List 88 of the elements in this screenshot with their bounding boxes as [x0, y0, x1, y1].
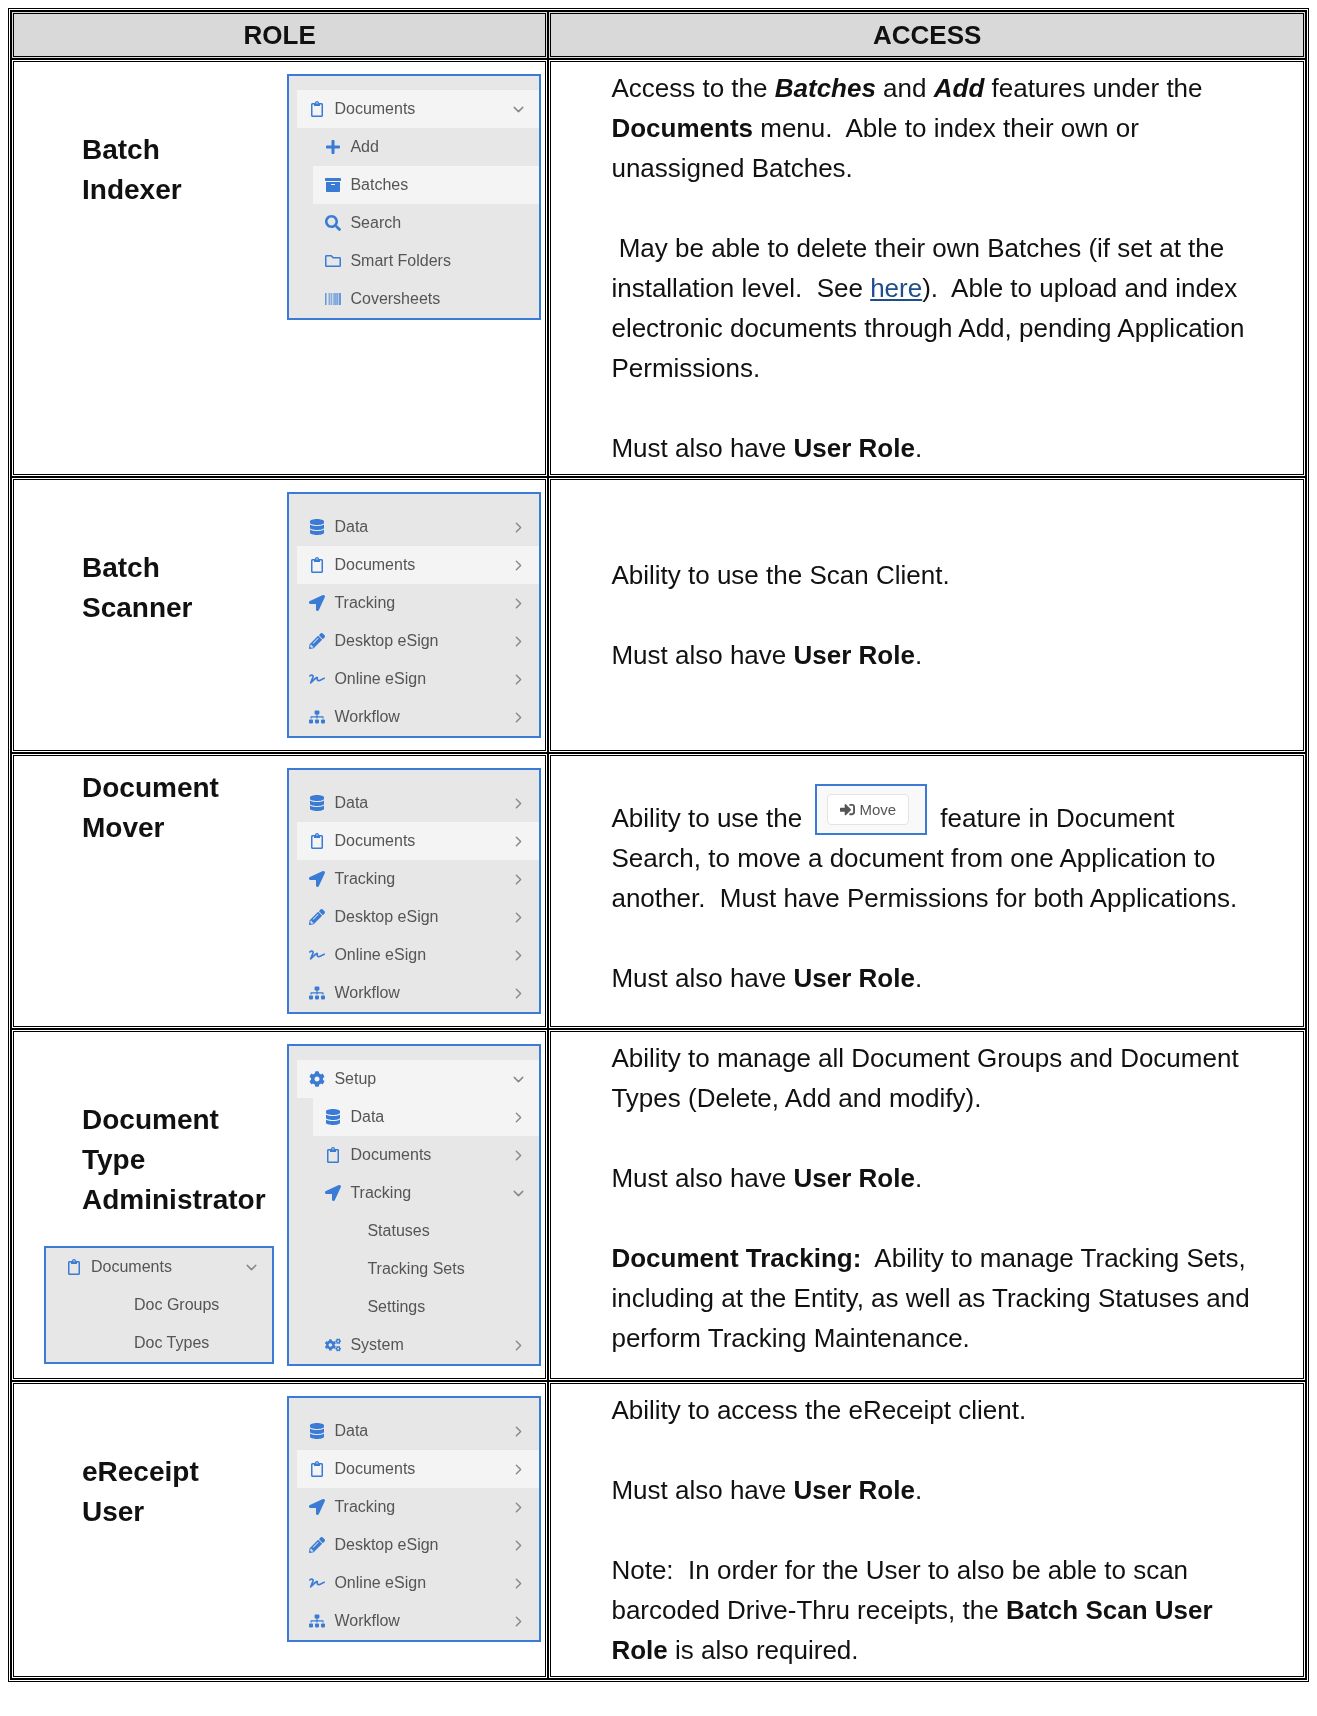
sitemap-icon [309, 709, 326, 725]
clipboard-icon [66, 1259, 82, 1275]
menu-item[interactable]: System [313, 1326, 540, 1364]
access-text: Ability to use the Scan Client. [611, 559, 951, 592]
menu-item[interactable]: Documents [313, 1136, 540, 1174]
archive-box-icon [325, 177, 342, 193]
menu-item[interactable]: Online eSign [297, 1564, 540, 1602]
role-name: eReceipt User [82, 1455, 199, 1529]
access-text: May be able to delete their own Batches (if set at the installation level. See here). Able to upload and index electronic documents through Add, pending Application Permissions. [611, 232, 1246, 385]
menu-item[interactable]: Batches [313, 166, 540, 204]
clipboard-icon [309, 557, 326, 573]
access-text: Note: In order for the User to also be able to scan barcoded Drive-Thru receipts, the Batch Scan User Role is also required. [611, 1554, 1214, 1667]
menu-item[interactable]: Documents [297, 822, 540, 860]
database-icon [309, 795, 326, 811]
pencil-icon [309, 633, 326, 649]
menu-item[interactable]: Search [313, 204, 540, 242]
menu-item[interactable]: Coversheets [313, 280, 540, 318]
access-text: Must also have User Role. [611, 962, 924, 995]
clipboard-icon [325, 1147, 342, 1163]
database-icon [309, 519, 326, 535]
access-text: Must also have User Role. [611, 639, 924, 672]
clipboard-icon [309, 833, 326, 849]
clipboard-icon [309, 101, 326, 117]
sign-in-icon [840, 802, 856, 817]
menu-item[interactable]: Desktop eSign [297, 1526, 540, 1564]
menu-item[interactable]: Settings [313, 1288, 540, 1326]
gears-icon [325, 1337, 342, 1353]
menu-item[interactable]: Data [297, 508, 540, 546]
move-button[interactable]: Move [827, 794, 910, 825]
arrow-icon [309, 595, 326, 611]
menu-item[interactable]: Workflow [297, 974, 540, 1012]
menu-item[interactable]: Doc Groups [70, 1286, 272, 1324]
menu-item[interactable]: Doc Types [70, 1324, 272, 1362]
role-name: Document Type Administrator [82, 1103, 266, 1217]
database-icon [309, 1423, 326, 1439]
pencil-icon [309, 1537, 326, 1553]
access-text: Document Tracking: Ability to manage Tracking Sets, including at the Entity, as well as Tracking Statuses and perform Tracking Maintenance. [611, 1242, 1251, 1355]
column-header: ACCESS [548, 11, 1306, 59]
pencil-icon [309, 909, 326, 925]
menu-item[interactable]: Tracking [313, 1174, 540, 1212]
menu-item[interactable]: Setup [297, 1060, 540, 1098]
access-text: Must also have User Role. [611, 1474, 924, 1507]
database-icon [325, 1109, 342, 1125]
menu-item[interactable]: Data [297, 1412, 540, 1450]
folder-icon [325, 253, 342, 269]
menu-item[interactable]: Tracking Sets [313, 1250, 540, 1288]
signature-icon [309, 1575, 326, 1591]
menu-item[interactable]: Online eSign [297, 660, 540, 698]
sitemap-icon [309, 1613, 326, 1629]
menu-item[interactable]: Desktop eSign [297, 898, 540, 936]
arrow-icon [325, 1185, 342, 1201]
menu-item[interactable]: Tracking [297, 1488, 540, 1526]
access-text: Must also have User Role. [611, 432, 924, 465]
access-text: Must also have User Role. [611, 1162, 924, 1195]
search-icon [325, 215, 342, 231]
role-name: Document Mover [82, 771, 219, 845]
column-header: ROLE [11, 11, 549, 59]
here-link[interactable]: here [870, 273, 923, 303]
menu-item[interactable]: Documents [297, 546, 540, 584]
plus-icon [325, 139, 342, 155]
menu-item[interactable]: Statuses [313, 1212, 540, 1250]
access-text: Ability to manage all Document Groups and Document Types (Delete, Add and modify). [611, 1042, 1240, 1115]
access-text: Ability to access the eReceipt client. [611, 1394, 1028, 1427]
menu-item[interactable]: Tracking [297, 584, 540, 622]
menu-item[interactable]: Workflow [297, 698, 540, 736]
menu-item[interactable]: Add [313, 128, 540, 166]
access-text: Ability to use the Move feature in Document Search, to move a document from one Application to another. Must have Permissions for both Applications. [611, 784, 1263, 918]
menu-item[interactable]: Tracking [297, 860, 540, 898]
barcode-icon [325, 291, 342, 307]
menu-item[interactable]: Smart Folders [313, 242, 540, 280]
role-name: Batch Scanner [82, 551, 193, 625]
access-text: Access to the Batches and Add features under the Documents menu. Able to index their own or unassigned Batches. [611, 72, 1204, 185]
menu-item[interactable]: Documents [297, 1450, 540, 1488]
gear-icon [309, 1071, 326, 1087]
signature-icon [309, 671, 326, 687]
role-name: Batch Indexer [82, 133, 182, 207]
signature-icon [309, 947, 326, 963]
menu-item[interactable]: Online eSign [297, 936, 540, 974]
menu-item[interactable]: Data [297, 784, 540, 822]
menu-item[interactable]: Desktop eSign [297, 622, 540, 660]
menu-item[interactable]: Documents [46, 1248, 272, 1286]
menu-item[interactable]: Workflow [297, 1602, 540, 1640]
menu-item[interactable]: Documents [297, 90, 540, 128]
arrow-icon [309, 871, 326, 887]
clipboard-icon [309, 1461, 326, 1477]
sitemap-icon [309, 985, 326, 1001]
arrow-icon [309, 1499, 326, 1515]
menu-item[interactable]: Data [313, 1098, 540, 1136]
